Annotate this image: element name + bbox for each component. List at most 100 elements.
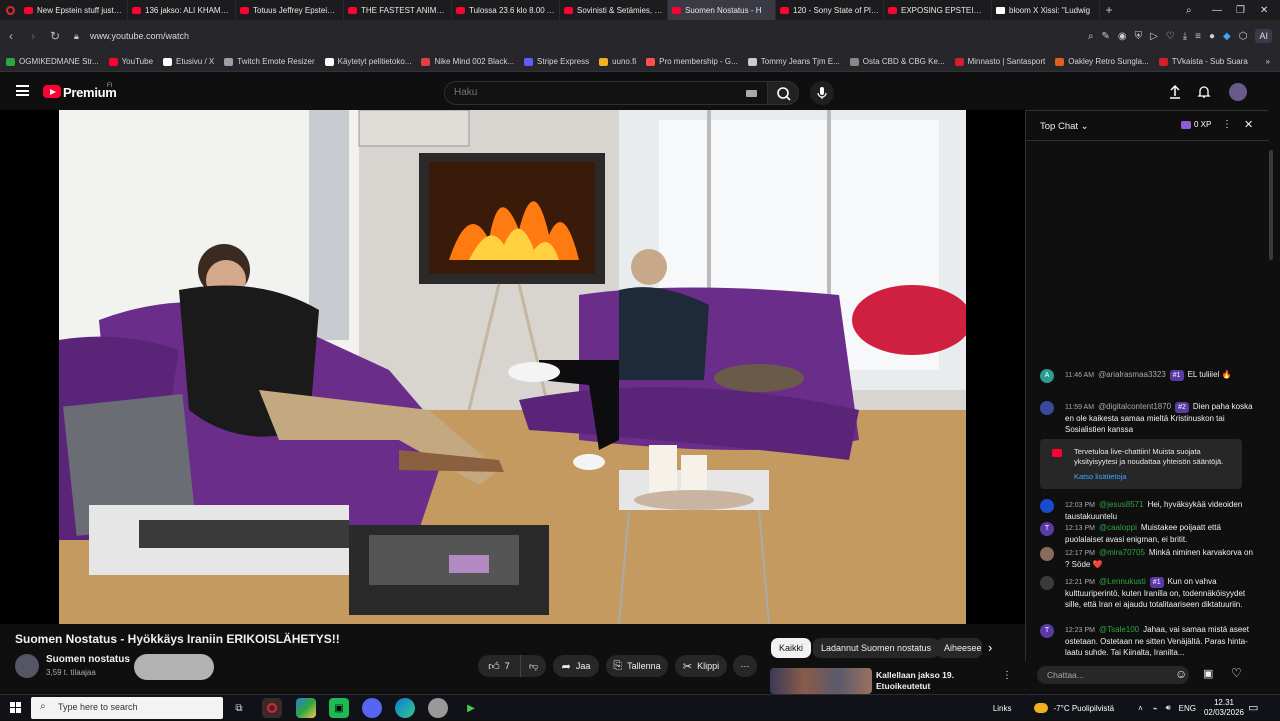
camera-icon[interactable]: ◉ bbox=[1118, 31, 1127, 42]
browser-tab[interactable]: THE FASTEST ANIMATRO bbox=[344, 0, 452, 20]
opera-taskbar-icon[interactable] bbox=[262, 698, 282, 718]
search-input[interactable] bbox=[454, 87, 734, 98]
message-author[interactable]: @arialrasmaa3323 bbox=[1098, 370, 1166, 379]
dislike-button[interactable]: 👎︎ bbox=[520, 655, 546, 677]
task-view-icon[interactable]: ⧉ bbox=[229, 698, 249, 718]
new-tab-button[interactable]: + bbox=[1100, 3, 1118, 17]
chat-avatar[interactable] bbox=[1040, 401, 1054, 415]
bookmarks-overflow-icon[interactable]: » bbox=[1266, 57, 1270, 66]
user-avatar[interactable] bbox=[1229, 83, 1247, 101]
bookmark-item[interactable]: Tommy Jeans Tjm E... bbox=[747, 57, 840, 66]
browser-tab[interactable]: Sovinisti & Setämies, jakso bbox=[560, 0, 668, 20]
clip-button[interactable]: ✂ Klippi bbox=[675, 655, 727, 677]
chat-message[interactable]: 11:59 AM @digitalcontent1870 #2 Dien paha k… bbox=[1040, 401, 1255, 435]
bookmark-item[interactable]: Pro membership - G... bbox=[646, 57, 738, 66]
heart-reaction-icon[interactable]: ♡ bbox=[1231, 666, 1242, 680]
bookmark-item[interactable]: Nike Mind 002 Black... bbox=[421, 57, 514, 66]
bookmark-item[interactable]: Minnasto | Santasport bbox=[954, 57, 1045, 66]
play-icon[interactable]: ▷ bbox=[1150, 31, 1158, 42]
maximize-button[interactable]: ❐ bbox=[1236, 0, 1245, 20]
heart-icon[interactable]: ♡ bbox=[1166, 31, 1175, 42]
channel-name[interactable]: Suomen nostatus bbox=[46, 654, 130, 665]
volume-icon[interactable]: 🔊︎ bbox=[1166, 703, 1171, 713]
network-icon[interactable]: ⌁ bbox=[1153, 704, 1158, 713]
keyboard-icon[interactable] bbox=[746, 90, 757, 97]
chat-scrollbar[interactable] bbox=[1268, 140, 1274, 660]
bookmark-item[interactable]: TVkaista - Sub Suara bbox=[1158, 57, 1248, 66]
bookmark-item[interactable]: Twitch Emote Resizer bbox=[224, 57, 315, 66]
reload-button[interactable]: ↻ bbox=[44, 29, 66, 43]
search-button[interactable] bbox=[767, 81, 799, 105]
chat-avatar[interactable] bbox=[1040, 576, 1054, 590]
chevron-up-icon[interactable]: ˄ bbox=[1138, 704, 1143, 713]
bookmark-item[interactable]: Osta CBD & CBG Ke... bbox=[849, 57, 945, 66]
more-actions-button[interactable]: ⋯ bbox=[733, 655, 757, 677]
cube-icon[interactable]: ⬡ bbox=[1239, 31, 1248, 42]
message-author[interactable]: @mira70705 bbox=[1099, 548, 1145, 557]
chip-all[interactable]: Kaikki bbox=[771, 638, 812, 658]
url-field[interactable]: www.youtube.com/watch bbox=[90, 31, 189, 41]
chat-avatar[interactable]: A bbox=[1040, 369, 1054, 383]
minimize-button[interactable]: — bbox=[1212, 0, 1222, 20]
emoji-icon[interactable]: ☺ bbox=[1175, 667, 1187, 681]
super-chat-icon[interactable]: ▣ bbox=[1203, 667, 1213, 680]
save-button[interactable]: ⎘ Tallenna bbox=[606, 655, 668, 677]
share-button[interactable]: ➦ Jaa bbox=[553, 655, 599, 677]
browser-tab[interactable]: 120 - Sony State of Play 2 bbox=[776, 0, 884, 20]
chat-message[interactable]: A 11:46 AM @arialrasmaa3323 #1 EL tuliiiel 🔥 bbox=[1040, 369, 1255, 383]
chat-avatar[interactable] bbox=[1040, 499, 1054, 513]
bookmark-item[interactable]: Etusivu / X bbox=[163, 57, 214, 66]
chat-input[interactable]: Chattaa... bbox=[1037, 666, 1189, 684]
discord-icon[interactable] bbox=[362, 698, 382, 718]
chat-message[interactable]: T 12:13 PM @caaloppi Muistakee poijaatt ett… bbox=[1040, 522, 1255, 545]
search-tabs-icon[interactable]: ⌕ bbox=[1186, 0, 1192, 20]
clock[interactable]: 12.31 02/03/2026 bbox=[1204, 698, 1244, 718]
message-author[interactable]: @Lennukusti bbox=[1099, 577, 1146, 586]
chat-scrollbar-thumb[interactable] bbox=[1269, 150, 1273, 260]
weather-text[interactable]: -7°C Puolipilvistä bbox=[1054, 704, 1115, 713]
search-box[interactable] bbox=[444, 81, 768, 105]
notifications-bell-icon[interactable] bbox=[1196, 84, 1212, 100]
terminal-app-icon[interactable]: ▶ bbox=[461, 698, 481, 718]
bookmark-item[interactable]: Käytetyt pelitietoko... bbox=[324, 57, 411, 66]
chevron-right-icon[interactable]: › bbox=[988, 640, 992, 655]
like-button[interactable]: 👍︎ 7 bbox=[478, 655, 520, 677]
video-frame[interactable] bbox=[59, 110, 966, 624]
notifications-icon[interactable]: ▭ bbox=[1248, 701, 1258, 714]
opera-menu-icon[interactable] bbox=[0, 0, 20, 20]
chat-message[interactable]: T 12:23 PM @Tsale100 Jahaa, vai samaa mistä… bbox=[1040, 624, 1255, 658]
download-icon[interactable]: ⤓ bbox=[1183, 31, 1187, 42]
bookmark-item[interactable]: Stripe Express bbox=[524, 57, 589, 66]
channel-avatar[interactable] bbox=[15, 654, 39, 678]
profile-icon[interactable]: ● bbox=[1209, 31, 1215, 42]
chip-related[interactable]: Aiheeseen bbox=[936, 638, 982, 658]
video-player[interactable] bbox=[0, 110, 1025, 624]
more-options-icon[interactable]: ⋮ bbox=[1002, 670, 1012, 681]
message-author[interactable]: @jesus8571 bbox=[1099, 500, 1144, 509]
youtube-logo-icon[interactable] bbox=[43, 85, 61, 98]
chat-avatar[interactable]: T bbox=[1040, 522, 1054, 536]
browser-tab[interactable]: Totuus Jeffrey Epsteinin I bbox=[236, 0, 344, 20]
browser-tab[interactable]: Suomen Nostatus - H bbox=[668, 0, 776, 20]
chat-avatar[interactable] bbox=[1040, 547, 1054, 561]
forward-button[interactable]: › bbox=[22, 29, 44, 43]
chat-avatar[interactable]: T bbox=[1040, 624, 1054, 638]
lock-icon[interactable]: 🔒︎ bbox=[74, 31, 84, 41]
search-icon[interactable]: ⌕ bbox=[1088, 31, 1094, 42]
xp-badge[interactable]: 0 XP bbox=[1181, 120, 1211, 129]
upload-icon[interactable] bbox=[1167, 84, 1183, 100]
language-indicator[interactable]: ENG bbox=[1179, 704, 1196, 713]
top-chat-dropdown[interactable]: Top Chat ⌄ bbox=[1040, 121, 1089, 132]
close-chat-icon[interactable]: ✕ bbox=[1244, 118, 1253, 131]
chat-message[interactable]: 12:21 PM @Lennukusti #1 Kun on vahva kulttu… bbox=[1040, 576, 1255, 610]
steam-icon[interactable] bbox=[428, 698, 448, 718]
extension-icon[interactable]: ◆ bbox=[1223, 31, 1231, 42]
weather-icon[interactable] bbox=[1033, 703, 1048, 713]
links-toolbar[interactable]: Links bbox=[993, 704, 1012, 713]
taskbar-search[interactable]: ⌕ Type here to search bbox=[31, 697, 223, 719]
back-button[interactable]: ‹ bbox=[0, 29, 22, 43]
browser-tab[interactable]: New Epstein stuff just dr bbox=[20, 0, 128, 20]
chip-uploaded-by[interactable]: Ladannut Suomen nostatus bbox=[813, 638, 940, 658]
menu-icon[interactable]: ≡ bbox=[1195, 31, 1201, 42]
browser-tab[interactable]: Tulossa 23.6 klo 8.00 Alek bbox=[452, 0, 560, 20]
